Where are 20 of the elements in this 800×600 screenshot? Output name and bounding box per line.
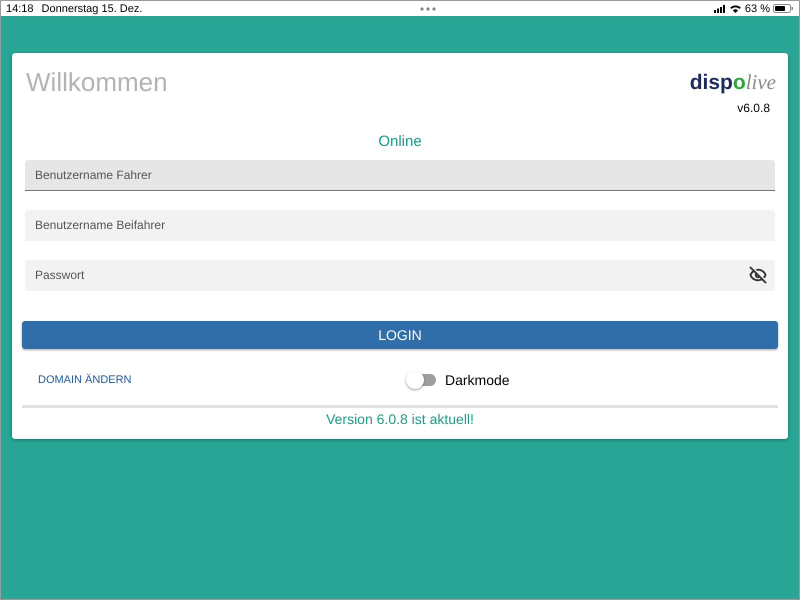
password-field[interactable]: Passwort	[25, 260, 775, 291]
date: Donnerstag 15. Dez.	[42, 2, 142, 14]
battery-percent: 63 %	[744, 2, 770, 14]
username-field[interactable]: Benutzername Beifahrer	[25, 210, 775, 241]
darkmode-toggle[interactable]	[408, 372, 436, 388]
welcome-title: Willkommen	[26, 67, 168, 98]
signal-icon	[714, 4, 726, 12]
version-label: v6.0.8	[737, 101, 770, 115]
wifi-icon	[730, 4, 741, 12]
clock-time: 14:18	[6, 2, 34, 14]
username-field[interactable]: Benutzername Fahrer	[25, 160, 775, 191]
dots-icon[interactable]	[420, 6, 436, 10]
update-message: Version 6.0.8 ist aktuell!	[326, 411, 474, 427]
eye-off-icon[interactable]	[749, 266, 767, 284]
battery-icon	[773, 4, 793, 13]
change-domain-link[interactable]: DOMAIN ÄNDERN	[38, 374, 408, 386]
darkmode-label: Darkmode	[445, 372, 510, 388]
logo: dispolive	[690, 70, 776, 95]
connection-status: Online	[378, 133, 422, 150]
login-button[interactable]: LOGIN	[22, 321, 778, 349]
